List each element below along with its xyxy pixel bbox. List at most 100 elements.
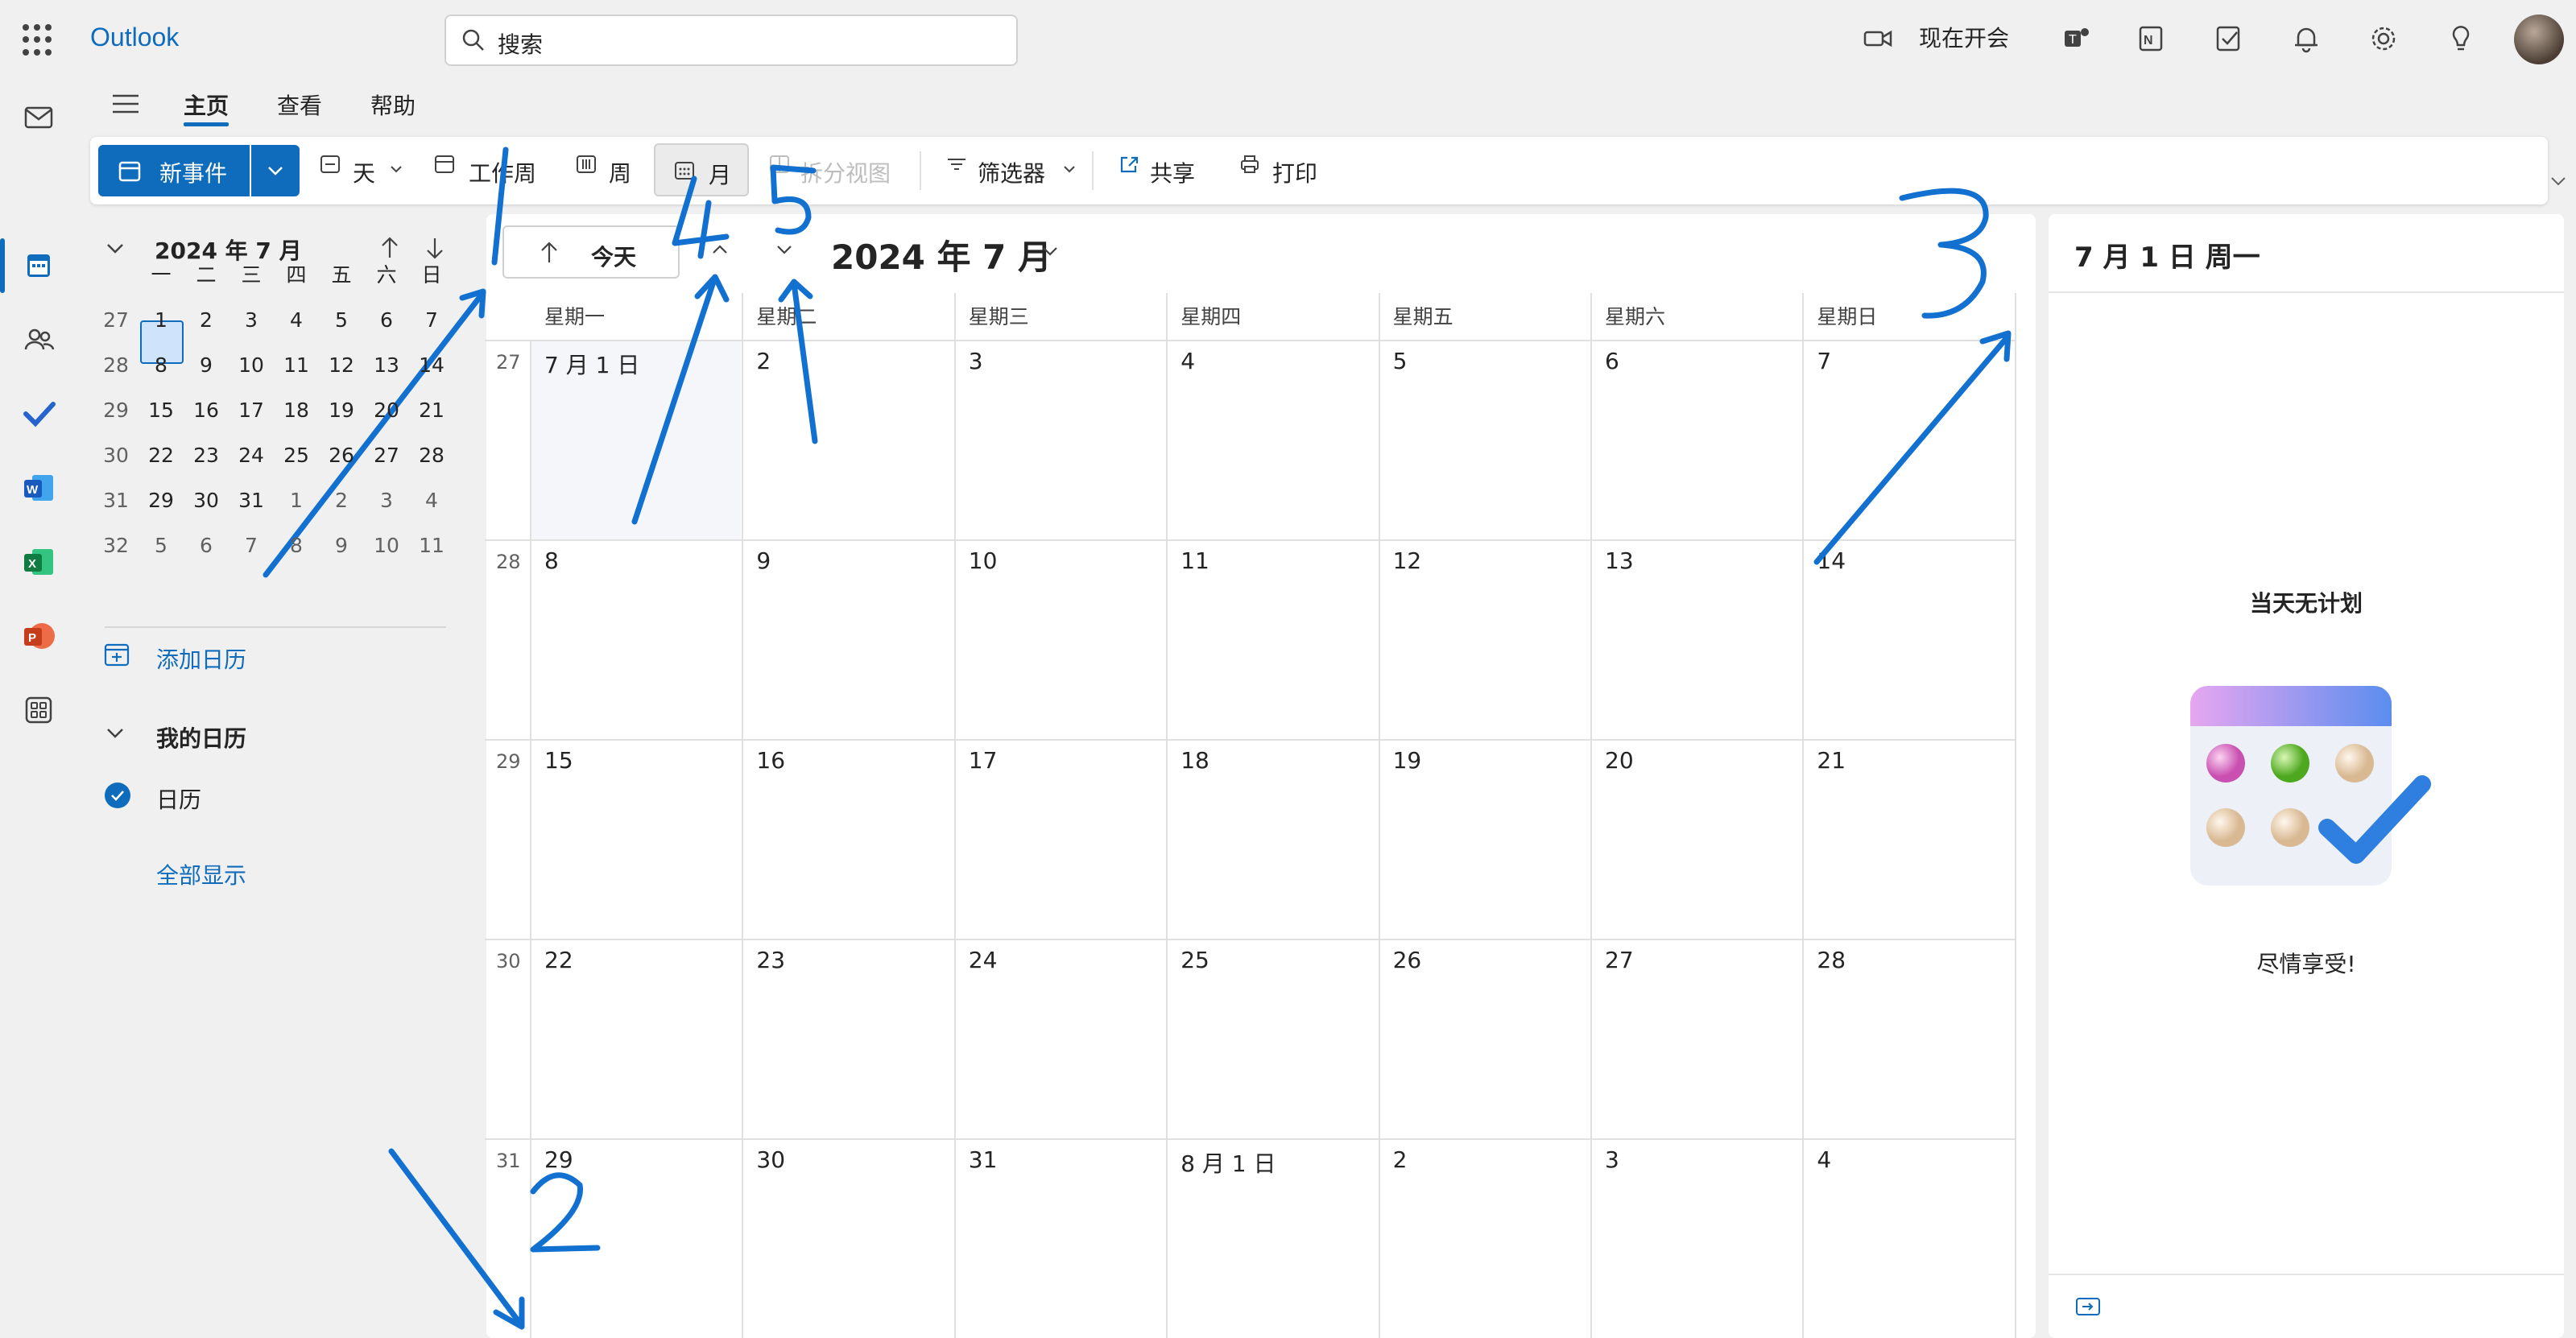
day-cell[interactable] (743, 541, 953, 739)
mini-calendar-day[interactable]: 29 (139, 478, 184, 523)
more-apps-icon[interactable] (19, 691, 58, 729)
mini-calendar-day[interactable]: 12 (319, 343, 364, 388)
mini-calendar-day[interactable]: 31 (229, 478, 274, 523)
split-view-button[interactable]: 拆分视图 (767, 147, 903, 195)
lightbulb-icon[interactable] (2445, 23, 2477, 55)
word-icon[interactable]: W (19, 469, 58, 507)
day-cell[interactable] (1592, 341, 1802, 539)
print-button[interactable]: 打印 (1237, 147, 1325, 195)
mini-calendar-day[interactable]: 10 (364, 523, 409, 568)
mini-calendar-day[interactable]: 16 (184, 388, 229, 433)
mini-calendar-day[interactable]: 4 (409, 478, 454, 523)
onenote-icon[interactable]: N (2136, 23, 2168, 55)
excel-icon[interactable]: X (19, 543, 58, 581)
mini-calendar-day[interactable]: 26 (319, 433, 364, 478)
mini-calendar-day[interactable]: 9 (319, 523, 364, 568)
chevron-down-icon[interactable] (1037, 238, 1063, 264)
app-brand[interactable]: Outlook (90, 23, 179, 52)
filter-button[interactable]: 筛选器 (944, 147, 1081, 195)
mini-calendar-day[interactable]: 17 (229, 388, 274, 433)
new-event-button[interactable]: 新事件 (98, 145, 250, 196)
month-title[interactable]: 2024 年 7 月 (831, 230, 1052, 279)
mini-calendar-day[interactable]: 20 (364, 388, 409, 433)
todo-note-icon[interactable] (2213, 23, 2245, 55)
today-button[interactable]: 今天 (502, 225, 680, 279)
mini-calendar-day[interactable]: 28 (409, 433, 454, 478)
tab-home[interactable]: 主页 (184, 89, 229, 121)
mini-calendar-day[interactable]: 2 (184, 298, 229, 343)
todo-check-icon[interactable] (19, 394, 58, 433)
chevron-up-icon[interactable] (707, 237, 733, 262)
mini-calendar-day[interactable]: 1 (139, 298, 184, 343)
avatar[interactable] (2514, 14, 2564, 64)
day-view-button[interactable]: 天 (317, 147, 406, 195)
mini-calendar-day[interactable]: 3 (364, 478, 409, 523)
mini-calendar-day[interactable]: 18 (274, 388, 319, 433)
add-calendar-link[interactable]: 添加日历 (156, 642, 246, 675)
day-cell[interactable] (743, 341, 953, 539)
mini-calendar-day[interactable]: 25 (274, 433, 319, 478)
mini-calendar-day[interactable]: 23 (184, 433, 229, 478)
ribbon-expand-chevron-icon[interactable] (2548, 172, 2569, 190)
mini-calendar-day[interactable]: 19 (319, 388, 364, 433)
mini-calendar-day[interactable]: 1 (274, 478, 319, 523)
mini-calendar-day[interactable]: 7 (229, 523, 274, 568)
bell-icon[interactable] (2290, 23, 2322, 55)
teams-icon[interactable]: T (2060, 23, 2092, 55)
mini-calendar-day[interactable]: 6 (364, 298, 409, 343)
people-icon[interactable] (19, 320, 58, 359)
day-cell[interactable] (531, 541, 742, 739)
expand-pane-icon[interactable] (2074, 1295, 2102, 1319)
chevron-down-icon[interactable] (103, 721, 127, 745)
tab-help[interactable]: 帮助 (370, 89, 416, 121)
mini-calendar-day[interactable]: 14 (409, 343, 454, 388)
show-all-link[interactable]: 全部显示 (156, 858, 246, 890)
mini-calendar-day[interactable]: 3 (229, 298, 274, 343)
month-view-button[interactable]: 月 (654, 143, 749, 196)
day-cell[interactable] (1804, 341, 2014, 539)
mini-calendar-day[interactable]: 7 (409, 298, 454, 343)
mini-calendar-day[interactable]: 11 (409, 523, 454, 568)
mini-calendar-day[interactable]: 5 (319, 298, 364, 343)
app-launcher-icon[interactable] (23, 24, 55, 56)
day-cell[interactable] (956, 341, 1166, 539)
calendar-list-item[interactable]: 日历 (156, 783, 201, 815)
mini-calendar-day[interactable]: 22 (139, 433, 184, 478)
mini-calendar-day[interactable]: 24 (229, 433, 274, 478)
mini-calendar-day[interactable]: 30 (184, 478, 229, 523)
mini-calendar-day[interactable]: 27 (364, 433, 409, 478)
mini-calendar-day[interactable]: 8 (274, 523, 319, 568)
mini-calendar-day[interactable]: 4 (274, 298, 319, 343)
share-button[interactable]: 共享 (1116, 147, 1205, 195)
tab-view[interactable]: 查看 (277, 89, 322, 121)
mini-calendar-day[interactable]: 11 (274, 343, 319, 388)
week-view-button[interactable]: 周 (573, 147, 646, 195)
day-cell[interactable] (1380, 341, 1590, 539)
mini-calendar-day[interactable]: 10 (229, 343, 274, 388)
work-week-view-button[interactable]: 工作周 (432, 147, 552, 195)
video-camera-icon[interactable] (1862, 23, 1894, 55)
search-box[interactable]: 搜索 (444, 14, 1018, 66)
day-cell[interactable] (1380, 1140, 1590, 1338)
mini-calendar-day[interactable]: 6 (184, 523, 229, 568)
powerpoint-icon[interactable]: P (19, 617, 58, 655)
mini-calendar-day[interactable]: 5 (139, 523, 184, 568)
new-event-dropdown[interactable] (251, 145, 300, 196)
mini-calendar-day[interactable]: 2 (319, 478, 364, 523)
day-cell[interactable] (1168, 341, 1378, 539)
hamburger-menu-icon[interactable] (111, 92, 140, 116)
day-cell[interactable] (1804, 1140, 2014, 1338)
mini-calendar-day[interactable]: 9 (184, 343, 229, 388)
chevron-down-icon[interactable] (771, 237, 797, 262)
mini-calendar-day[interactable]: 15 (139, 388, 184, 433)
mini-calendar-day[interactable]: 21 (409, 388, 454, 433)
my-calendars-header[interactable]: 我的日历 (156, 721, 246, 754)
calendar-checked-icon[interactable] (105, 783, 130, 808)
day-cell[interactable] (1592, 1140, 1802, 1338)
chevron-down-icon[interactable] (103, 237, 127, 261)
mini-calendar-day[interactable]: 13 (364, 343, 409, 388)
mail-icon[interactable] (19, 98, 58, 137)
meet-now-button[interactable]: 现在开会 (1919, 21, 2009, 53)
gear-icon[interactable] (2367, 23, 2400, 55)
mini-calendar-day[interactable]: 8 (139, 343, 184, 388)
